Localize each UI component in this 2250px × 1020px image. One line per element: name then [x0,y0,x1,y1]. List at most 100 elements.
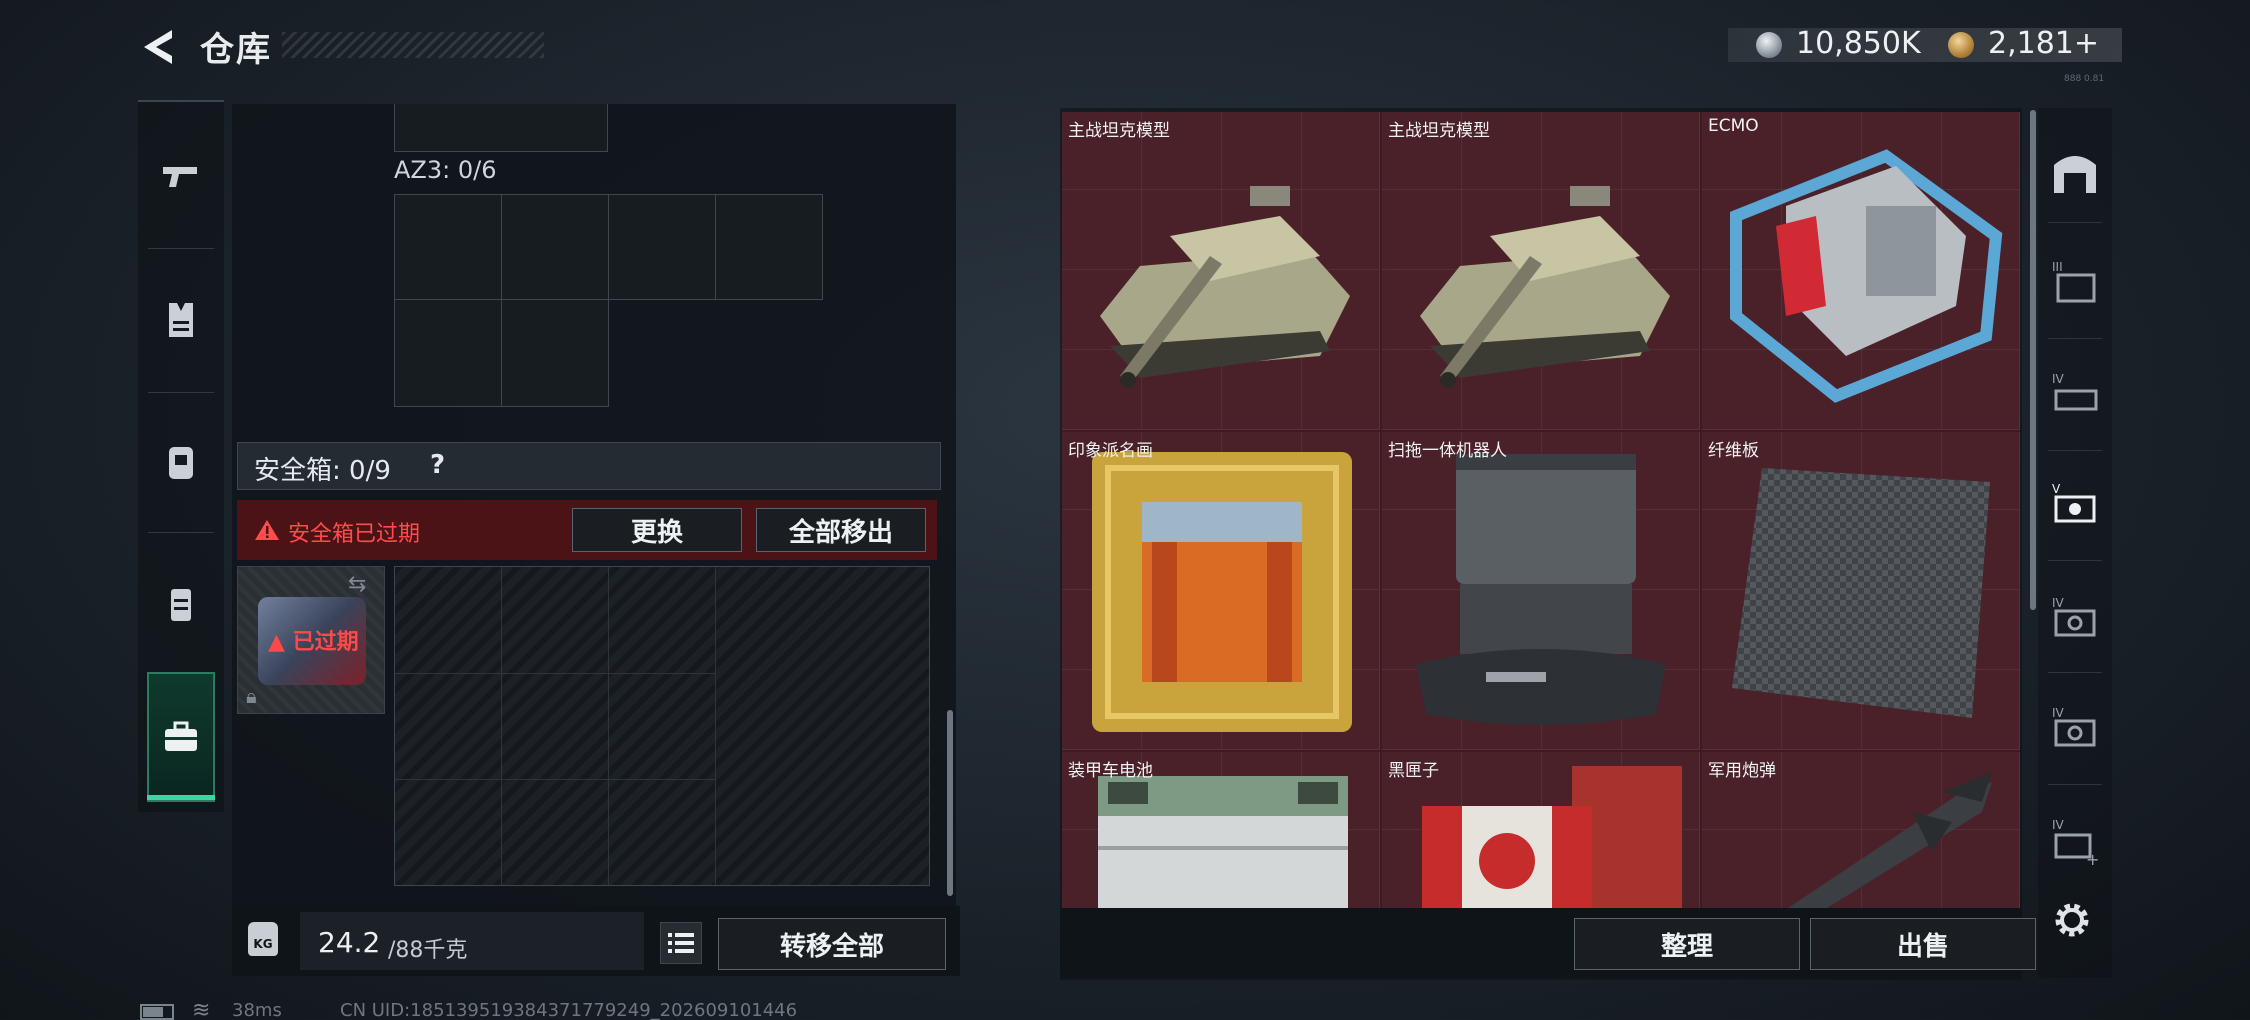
replace-safebox-button[interactable]: 更换 [572,508,742,552]
filter-all[interactable] [2042,124,2108,220]
collectible-tier-iv-icon: IV [2052,372,2098,411]
backpack-icon [169,447,193,479]
inventory-item[interactable]: ECMO [1702,112,2020,430]
safebox-help-button[interactable]: ? [430,450,445,480]
safebox-grid[interactable] [394,566,930,886]
gold-currency-value[interactable]: 2,181+ [1988,26,2099,61]
lock-icon: 🔒︎ [246,684,257,708]
filter-tier-v[interactable]: V [2042,456,2108,552]
move-all-out-button[interactable]: 全部移出 [756,508,926,552]
rail-safebox[interactable] [147,672,215,802]
svg-text:III: III [2052,260,2063,274]
settings-button[interactable] [2050,898,2094,942]
weight-current: 24.2 [318,926,381,959]
filter-tier-iv-a[interactable]: IV [2042,346,2108,442]
back-arrow-icon [144,30,172,64]
az3-capacity-label: AZ3: 0/6 [394,156,497,184]
inventory-item[interactable]: 印象派名画 [1062,432,1380,750]
expired-badge: ▲ 已过期 [268,630,359,655]
filter-tier-iii[interactable]: III [2042,234,2108,330]
rig-icon [171,589,191,621]
swap-icon[interactable]: ⇆ [348,572,366,597]
version-text: 888 0.81 [2064,74,2105,84]
inventory-item[interactable]: 扫拖一体机器人 [1382,432,1700,750]
tank-model-icon [1420,186,1670,388]
filter-tier-iv-d[interactable]: IV + [2042,792,2108,888]
vest-icon [169,303,193,337]
robot-vacuum-station-icon [1416,454,1666,725]
framed-painting-icon [1092,452,1352,732]
gold-coin-icon [1948,32,1974,58]
ping-value: 38ms [232,1000,282,1020]
sort-button[interactable]: 整理 [1574,918,1800,970]
title-decoration [282,32,544,58]
item-name: 印象派名画 [1068,441,1153,461]
safebox-expired-message: 安全箱已过期 [288,522,421,547]
page-title: 仓库 [200,30,272,70]
az3-grid-cell[interactable] [394,299,502,407]
svg-text:IV: IV [2052,818,2065,832]
az3-grid-cell[interactable] [501,194,609,300]
item-name: ECMO [1708,116,1759,136]
rail-weapons[interactable] [138,110,224,244]
safebox-capacity-label: 安全箱: 0/9 [254,456,391,486]
filter-tier-iv-b[interactable]: IV [2042,570,2108,666]
inventory-item[interactable]: 装甲车电池 [1062,752,1380,908]
list-icon [668,933,694,953]
item-name: 主战坦克模型 [1388,121,1490,141]
battery-level [143,1007,163,1017]
weight-icon: KG [248,922,278,956]
az3-grid-cell[interactable] [608,194,716,300]
warning-icon [255,520,279,540]
az3-grid-cell[interactable] [501,299,609,407]
inventory-scrollbar[interactable] [2030,110,2036,610]
item-name: 军用炮弹 [1708,761,1776,781]
rail-chest-rig[interactable] [138,536,224,670]
transfer-all-button[interactable]: 转移全部 [718,918,946,970]
az3-grid-cell[interactable] [394,194,502,300]
silver-currency-value: 10,850K [1796,26,1921,61]
item-name: 装甲车电池 [1068,761,1153,781]
silver-coin-icon [1756,32,1782,58]
collectible-tier-v-icon: V [2052,482,2096,523]
armored-battery-icon [1098,776,1348,908]
pistol-icon [163,167,197,187]
svg-text:V: V [2052,482,2061,496]
rail-armor[interactable] [138,252,224,386]
ecmo-machine-icon [1730,149,2003,403]
inventory-item[interactable]: 军用炮弹 [1702,752,2020,908]
svg-text:+: + [2086,850,2099,867]
collectible-tier-iv-icon: IV [2052,706,2096,747]
left-scrollbar[interactable] [947,710,953,896]
svg-text:IV: IV [2052,596,2065,610]
az3-grid-cell[interactable] [715,194,823,300]
carbon-fiber-board-icon [1732,468,1990,718]
user-uid: CN UID:18513951938437177924​9_2026091014… [340,1000,798,1020]
filter-tier-iv-c[interactable]: IV [2042,680,2108,776]
item-name: 主战坦克模型 [1068,121,1170,141]
item-name: 扫拖一体机器人 [1388,441,1507,461]
collectible-tier-iv-icon: IV [2052,596,2096,637]
svg-text:IV: IV [2052,372,2065,386]
rail-backpack[interactable] [138,394,224,528]
wifi-icon: ≋ [192,998,211,1020]
black-box-icon [1422,766,1682,908]
weight-capacity: /88千克 [388,938,468,963]
inventory-item[interactable]: 纤维板 [1702,432,2020,750]
inventory-item[interactable]: 黑匣子 [1382,752,1700,908]
inventory-grid: 主战坦克模型 主战坦克模型 ECMO 印象派名画 扫拖一体机器人 纤维板 装甲车… [1062,112,2020,908]
active-tab-indicator [147,795,215,800]
gear-icon [2055,903,2089,937]
collectible-tier-iii-icon: III [2052,260,2096,303]
inventory-item[interactable]: 主战坦克模型 [1382,112,1700,430]
item-name: 黑匣子 [1388,761,1439,781]
military-shell-icon [1788,772,1992,908]
back-button[interactable] [136,26,182,68]
inventory-item[interactable]: 主战坦克模型 [1062,112,1380,430]
briefcase-icon [165,721,197,751]
tank-model-icon [1100,186,1350,388]
sell-button[interactable]: 出售 [1810,918,2036,970]
category-rail [138,100,224,812]
list-view-button[interactable] [660,922,702,964]
container-slot[interactable] [394,104,608,152]
